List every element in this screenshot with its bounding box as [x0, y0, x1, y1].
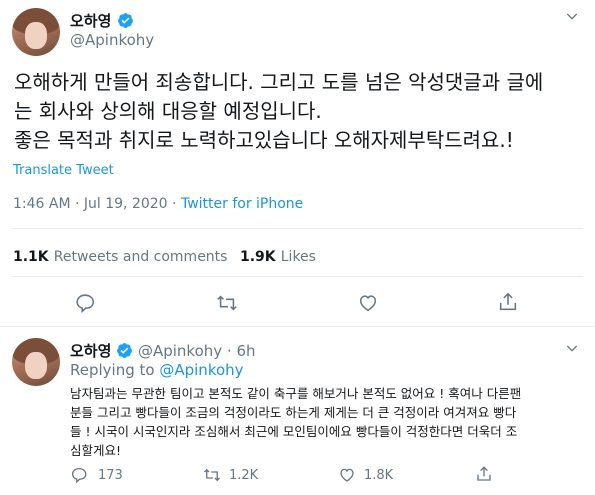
replying-to-link[interactable]: @Apinkohy	[159, 361, 243, 379]
tweet-text-line: 좋은 목적과 취지로 노력하고있습니다 오해자제부탁드려요.!	[14, 128, 514, 152]
share-icon[interactable]	[475, 465, 493, 483]
replying-to: Replying to @Apinkohy	[70, 361, 244, 379]
tweet-meta: 1:46 AM · Jul 19, 2020 · Twitter for iPh…	[13, 196, 303, 212]
tweet-text-line: 는 회사와 상의해 대응할 예정입니다.	[14, 99, 322, 123]
likes-label: Likes	[280, 249, 316, 265]
like-action[interactable]: 1.8K	[338, 466, 393, 484]
share-icon[interactable]	[497, 291, 519, 313]
reply-text: 남자팀과는 무관한 팀이고 본적도 같이 축구를 해보거나 본적도 없어요 ! …	[70, 384, 521, 460]
reply-text-line: 들 ! 시국이 시국인지라 조심해서 최근에 모인팀이에요 빵다들이 걱정한다면…	[70, 424, 518, 439]
replying-to-prefix: Replying to	[70, 361, 155, 379]
likes-stat[interactable]: 1.9K Likes	[240, 246, 316, 265]
retweet-icon[interactable]	[216, 292, 238, 314]
retweets-stat[interactable]: 1.1K Retweets and comments	[13, 246, 227, 265]
retweet-count: 1.2K	[229, 467, 259, 483]
meta-separator: ·	[167, 196, 181, 212]
retweet-icon[interactable]	[203, 466, 221, 484]
verified-badge-icon	[117, 12, 134, 29]
reply-author-name[interactable]: 오하영	[70, 342, 111, 360]
tweet-text: 오해하게 만들어 죄송합니다. 그리고 도를 넘은 악성댓글과 글에 는 회사와…	[14, 68, 589, 155]
reply-text-line: 분들 그리고 빵다들이 조금의 걱정이라도 하는게 제게는 더 큰 걱정이라 여…	[70, 405, 517, 420]
author-avatar[interactable]	[12, 8, 60, 56]
author-name[interactable]: 오하영	[70, 12, 111, 30]
like-count: 1.8K	[364, 467, 394, 483]
retweet-action[interactable]: 1.2K	[203, 466, 258, 484]
reply-icon[interactable]	[74, 292, 96, 314]
reply-text-line: 심할게요!	[70, 443, 122, 458]
reply-timestamp[interactable]: · 6h	[227, 342, 256, 360]
verified-badge-icon	[116, 342, 133, 359]
divider	[12, 228, 583, 229]
tweet-text-line: 오해하게 만들어 죄송합니다. 그리고 도를 넘은 악성댓글과 글에	[14, 70, 544, 94]
retweets-count: 1.1K	[13, 249, 49, 265]
reply-header: 오하영 @Apinkohy · 6h	[70, 340, 256, 361]
tweet-options-chevron-down-icon[interactable]	[564, 8, 580, 24]
tweet-source-link[interactable]: Twitter for iPhone	[181, 196, 303, 212]
reply-author-handle[interactable]: @Apinkohy	[138, 342, 222, 360]
author-handle[interactable]: @Apinkohy	[70, 31, 154, 49]
translate-tweet-link[interactable]: Translate Tweet	[13, 163, 114, 178]
like-icon[interactable]	[357, 292, 379, 314]
reply-count: 173	[98, 467, 123, 483]
divider	[0, 326, 595, 327]
author-name-row[interactable]: 오하영	[70, 10, 134, 31]
reply-text-line: 남자팀과는 무관한 팀이고 본적도 같이 축구를 해보거나 본적도 없어요 ! …	[70, 386, 522, 401]
reply-options-chevron-down-icon[interactable]	[564, 340, 580, 356]
tweet-timestamp[interactable]: 1:46 AM · Jul 19, 2020	[13, 196, 168, 212]
divider	[12, 276, 583, 277]
likes-count: 1.9K	[240, 249, 276, 265]
like-icon[interactable]	[338, 466, 356, 484]
reply-action[interactable]: 173	[70, 466, 123, 484]
reply-icon[interactable]	[70, 466, 88, 484]
retweets-label: Retweets and comments	[53, 249, 228, 265]
reply-author-avatar[interactable]	[12, 338, 60, 386]
